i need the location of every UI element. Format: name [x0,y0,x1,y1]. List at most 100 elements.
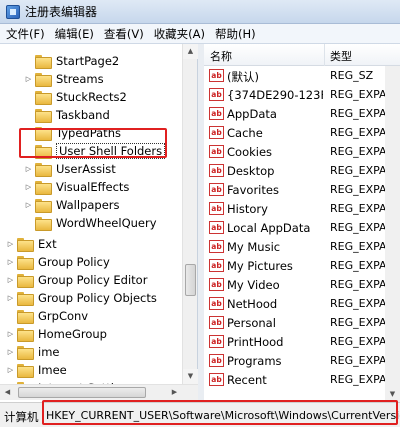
value-name: PrintHood [227,335,284,349]
tree-item-label: Imee [38,363,67,377]
folder-icon [35,163,52,177]
expand-arrow-icon[interactable]: ▷ [6,330,15,338]
expand-arrow-icon[interactable]: ▷ [24,183,33,191]
value-name: Desktop [227,164,275,178]
scroll-left-arrow-icon[interactable]: ◀ [0,385,15,400]
expand-arrow-icon[interactable]: ▷ [6,366,15,374]
tree-vertical-scrollbar[interactable]: ▲ ▼ [182,44,198,384]
expand-arrow-icon[interactable]: ▷ [24,165,33,173]
menu-edit[interactable]: 编辑(E) [55,26,94,42]
tree-item[interactable]: StartPage2 [24,52,119,70]
expand-arrow-icon[interactable]: ▷ [24,201,33,209]
string-value-icon: ab [209,278,224,291]
value-row[interactable]: ab Programs REG_EXPAND [204,351,400,370]
value-row[interactable]: ab My Video REG_EXPAND [204,275,400,294]
value-row[interactable]: ab Favorites REG_EXPAND [204,180,400,199]
tree-item[interactable]: ▷ HomeGroup [6,325,107,343]
folder-icon [17,364,34,378]
tree-item[interactable]: ▷ Imee [6,361,67,379]
expand-arrow-icon[interactable]: ▷ [6,240,15,248]
tree-item[interactable]: ▷ VisualEffects [24,178,129,196]
menu-file[interactable]: 文件(F) [6,26,45,42]
column-header-type[interactable]: 类型 [330,48,352,64]
value-row[interactable]: ab My Pictures REG_EXPAND [204,256,400,275]
tree-hscroll-thumb[interactable] [18,387,146,398]
highlight-box-selected-key [19,128,167,158]
value-name: My Pictures [227,259,293,273]
tree-item-label: ime [38,345,60,359]
value-row[interactable]: ab History REG_EXPAND [204,199,400,218]
value-name: Cache [227,126,263,140]
string-value-icon: ab [209,221,224,234]
value-row[interactable]: ab Cookies REG_EXPAND [204,142,400,161]
value-row[interactable]: ab Recent REG_EXPAND [204,370,400,389]
tree-scroll-thumb[interactable] [185,264,196,296]
value-row[interactable]: ab My Music REG_EXPAND [204,237,400,256]
tree-item-label: StuckRects2 [56,90,127,104]
folder-icon [17,256,34,270]
expand-arrow-icon[interactable]: ▷ [6,258,15,266]
tree-item[interactable]: WordWheelQuery [24,214,157,232]
list-vertical-scrollbar[interactable]: ▼ [385,66,400,402]
string-value-icon: ab [209,164,224,177]
string-value-icon: ab [209,126,224,139]
scroll-down-arrow-icon[interactable]: ▼ [183,369,198,384]
value-name: (默认) [227,70,259,84]
value-row[interactable]: ab NetHood REG_EXPAND [204,294,400,313]
folder-icon [17,310,34,324]
menu-favorites[interactable]: 收藏夹(A) [154,26,205,42]
value-row[interactable]: ab Desktop REG_EXPAND [204,161,400,180]
folder-icon [35,217,52,231]
title-bar: 注册表编辑器 [0,0,400,24]
tree-item[interactable]: ▷ ime [6,343,59,361]
value-row[interactable]: ab Cache REG_EXPAND [204,123,400,142]
tree-item[interactable]: ▷ Group Policy Objects [6,289,157,307]
scroll-right-arrow-icon[interactable]: ▶ [167,385,182,400]
tree-item-label: Group Policy Objects [38,291,157,305]
value-row[interactable]: ab Local AppData REG_EXPAND [204,218,400,237]
value-name: My Video [227,278,280,292]
menu-view[interactable]: 查看(V) [104,26,144,42]
scroll-up-arrow-icon[interactable]: ▲ [183,44,198,59]
tree-item[interactable]: ▷ Wallpapers [24,196,120,214]
value-row[interactable]: ab (默认) REG_SZ [204,66,400,85]
expand-arrow-icon[interactable]: ▷ [6,348,15,356]
string-value-icon: ab [209,335,224,348]
tree-item[interactable]: ▷ UserAssist [24,160,116,178]
value-name: NetHood [227,297,278,311]
folder-icon [35,91,52,105]
tree-item-label: Ext [38,237,57,251]
tree-item[interactable]: ▷ Group Policy [6,253,110,271]
string-value-icon: ab [209,145,224,158]
value-row[interactable]: ab AppData REG_EXPAND [204,104,400,123]
tree-item[interactable]: ▷ Group Policy Editor [6,271,147,289]
column-header-name[interactable]: 名称 [210,48,232,64]
value-name: Recent [227,373,267,387]
tree-item[interactable]: GrpConv [6,307,88,325]
string-value-icon: ab [209,259,224,272]
tree-item[interactable]: StuckRects2 [24,88,127,106]
tree-item[interactable]: ▷ Ext [6,235,57,253]
string-value-icon: ab [209,316,224,329]
values-list-pane[interactable]: 名称 类型 ab(默认)REG_SZab{374DE290-123F-...RE… [204,44,400,402]
value-row[interactable]: ab Personal REG_EXPAND [204,313,400,332]
column-divider[interactable] [324,44,325,66]
folder-icon [17,238,34,252]
tree-item-label: Wallpapers [56,198,120,212]
tree-item-label: VisualEffects [56,180,130,194]
string-value-icon: ab [209,202,224,215]
menu-help[interactable]: 帮助(H) [215,26,256,42]
expand-arrow-icon[interactable]: ▷ [6,294,15,302]
tree-horizontal-scrollbar[interactable]: ◀ ▶ [0,384,198,400]
value-row[interactable]: ab PrintHood REG_EXPAND [204,332,400,351]
value-row[interactable]: ab{374DE290-123F-...REG_EXPAND [204,85,400,104]
expand-arrow-icon[interactable]: ▷ [6,276,15,284]
tree-item[interactable]: Taskband [24,106,110,124]
string-value-icon: ab [209,373,224,386]
folder-icon [35,181,52,195]
tree-item-label: Group Policy Editor [38,273,148,287]
expand-arrow-icon[interactable]: ▷ [24,75,33,83]
key-tree-pane[interactable]: StartPage2 ▷ Streams StuckRects2 Taskband Typ… [0,44,198,402]
value-name: Personal [227,316,276,330]
tree-item[interactable]: ▷ Streams [24,70,104,88]
